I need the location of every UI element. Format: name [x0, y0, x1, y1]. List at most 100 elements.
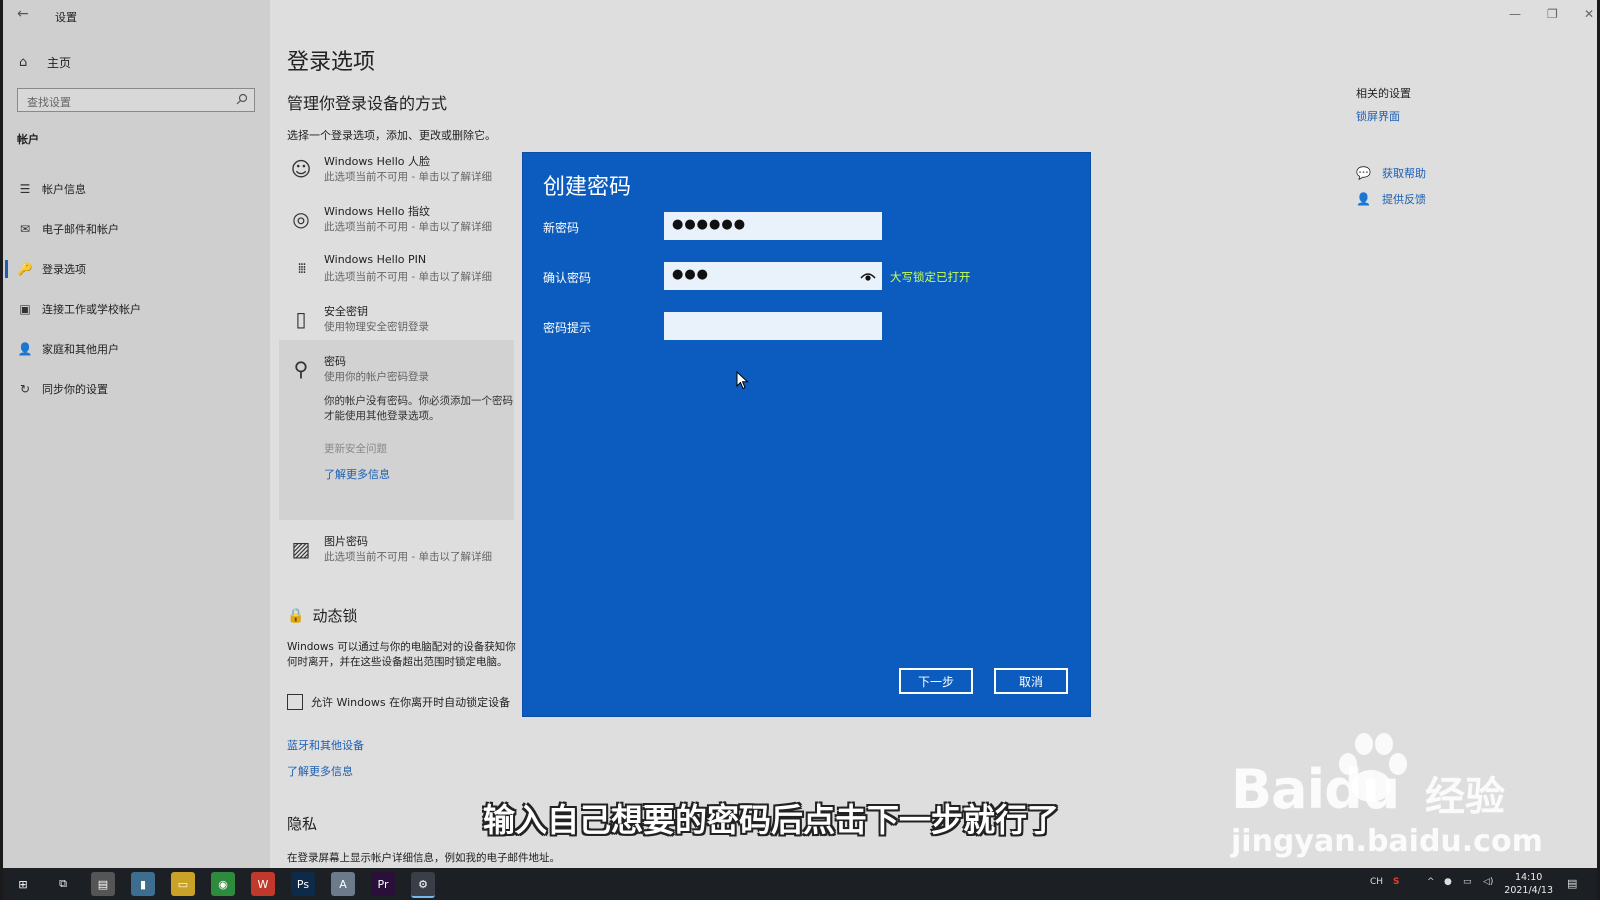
confirm-password-input[interactable]: ●●● — [664, 262, 882, 290]
feedback-icon: 👤 — [1356, 192, 1371, 206]
sidebar-item[interactable]: ▣ 连接工作或学校帐户 — [3, 295, 270, 323]
chrome-icon[interactable]: ◉ — [211, 872, 235, 896]
app-icon-2[interactable]: ▮ — [131, 872, 155, 896]
dialog-title: 创建密码 — [543, 175, 632, 200]
password-hint-input[interactable] — [664, 312, 882, 340]
update-security-questions: 更新安全问题 — [324, 443, 387, 455]
cancel-button[interactable]: 取消 — [994, 668, 1068, 694]
home-link[interactable]: ⌂ 主页 — [19, 54, 71, 71]
watermark-jingyan: 经验 — [1425, 774, 1505, 820]
confirm-password-value: ●●● — [672, 267, 710, 282]
sogou-ime-icon[interactable]: S — [1393, 877, 1399, 887]
video-subtitle: 输入自己想要的密码后点击下一步就行了 — [483, 801, 1060, 839]
feedback-link[interactable]: 👤 提供反馈 — [1356, 191, 1426, 207]
privacy-desc: 在登录屏幕上显示帐户详细信息，例如我的电子邮件地址。 — [287, 852, 560, 864]
key-icon: 🔑 — [17, 262, 33, 276]
dynamic-lock-heading: 🔒 动态锁 — [287, 605, 357, 626]
signin-option-desc: 此选项当前不可用 - 单击以了解详细 — [324, 271, 492, 283]
watermark-brand: Baidu — [1231, 758, 1400, 821]
password-key-icon: ⚲ — [293, 357, 309, 381]
signin-option-desc: 使用你的帐户密码登录 — [324, 371, 429, 383]
caps-lock-warning: 大写锁定已打开 — [890, 270, 971, 284]
signin-option[interactable]: ⚲ 密码 使用你的帐户密码登录 — [287, 353, 522, 387]
bluetooth-link[interactable]: 蓝牙和其他设备 — [287, 737, 364, 753]
signin-option-desc: 使用物理安全密钥登录 — [324, 321, 429, 333]
signin-option-desc: 此选项当前不可用 - 单击以了解详细 — [324, 551, 492, 563]
confirm-password-label: 确认密码 — [543, 271, 592, 285]
maximize-button[interactable]: ❐ — [1547, 7, 1558, 21]
signin-option[interactable]: ◎ Windows Hello 指纹 此选项当前不可用 - 单击以了解详细 — [287, 203, 522, 237]
learn-more-link[interactable]: 了解更多信息 — [287, 763, 353, 779]
mouse-cursor-icon — [736, 371, 749, 390]
sidebar-item-label: 连接工作或学校帐户 — [42, 303, 141, 316]
sidebar-item-label: 同步你的设置 — [42, 383, 108, 396]
face-icon: ☺ — [290, 157, 312, 181]
sidebar-item[interactable]: ✉ 电子邮件和帐户 — [3, 215, 270, 243]
get-help-label: 获取帮助 — [1382, 167, 1426, 180]
dynamic-lock-desc: Windows 可以通过与你的电脑配对的设备获知你何时离开，并在这些设备超出范围… — [287, 641, 516, 668]
photoshop-icon[interactable]: Ps — [291, 872, 315, 896]
person-icon: 👤 — [17, 342, 33, 356]
window-title: 设置 — [55, 11, 77, 24]
dynamic-lock-title: 动态锁 — [312, 607, 358, 625]
home-icon: ⌂ — [19, 54, 28, 70]
clock[interactable]: 14:10 2021/4/13 — [1504, 871, 1553, 897]
sidebar-item[interactable]: ☰ 帐户信息 — [3, 175, 270, 203]
sidebar-item-label: 家庭和其他用户 — [42, 343, 119, 356]
tray-chevron-icon[interactable]: ^ — [1427, 877, 1435, 887]
app-a-icon[interactable]: A — [331, 872, 355, 896]
signin-option[interactable]: ▯ 安全密钥 使用物理安全密钥登录 — [287, 303, 522, 337]
dynamic-lock-option[interactable]: 允许 Windows 在你离开时自动锁定设备 — [287, 694, 510, 710]
minimize-button[interactable]: — — [1509, 7, 1521, 21]
settings-icon[interactable]: ⚙ — [411, 872, 435, 898]
file-explorer-icon[interactable]: ▭ — [171, 872, 195, 896]
dynamic-lock-checkbox[interactable] — [287, 694, 303, 710]
dynamic-lock-icon: 🔒 — [287, 607, 305, 624]
sidebar-item[interactable]: 🔑 登录选项 — [3, 255, 270, 283]
app-icon[interactable]: ▤ — [91, 872, 115, 896]
new-password-input[interactable]: ●●●●●● — [664, 212, 882, 240]
next-button[interactable]: 下一步 — [899, 668, 973, 694]
signin-option[interactable]: ▨ 图片密码 此选项当前不可用 - 单击以了解详细 — [287, 533, 522, 567]
password-learn-more-link[interactable]: 了解更多信息 — [324, 466, 390, 482]
usb-key-icon: ▯ — [295, 307, 307, 331]
baidu-jingyan-watermark: Baidu 经验 jingyan.baidu.com — [1231, 728, 1543, 859]
sidebar-item[interactable]: 👤 家庭和其他用户 — [3, 335, 270, 363]
volume-icon[interactable]: ◁) — [1483, 877, 1493, 887]
wps-icon[interactable]: W — [251, 872, 275, 896]
search-icon — [236, 93, 248, 105]
screen: ← 设置 ⌂ 主页 查找设置 帐户 ☰ 帐户信息 ✉ 电子邮件和帐户 🔑 登录选项 ▣ 连接工… — [3, 0, 1597, 868]
clock-date: 2021/4/13 — [1504, 885, 1553, 896]
privacy-heading: 隐私 — [287, 815, 318, 833]
input-language[interactable]: CH — [1370, 877, 1383, 887]
signin-option[interactable]: ☺ Windows Hello 人脸 此选项当前不可用 - 单击以了解详细 — [287, 153, 522, 187]
premiere-icon[interactable]: Pr — [371, 872, 395, 896]
watermark-url: jingyan.baidu.com — [1231, 824, 1543, 859]
related-title: 相关的设置 — [1356, 87, 1411, 100]
network-icon[interactable]: ▭ — [1463, 877, 1472, 887]
back-button[interactable]: ← — [17, 6, 29, 22]
signin-option-title: Windows Hello 指纹 — [324, 205, 430, 218]
clock-time: 14:10 — [1514, 872, 1543, 883]
get-help-link[interactable]: 💬 获取帮助 — [1356, 165, 1426, 181]
sidebar-item[interactable]: ↻ 同步你的设置 — [3, 375, 270, 403]
taskbar: ⊞ ⧉ ▤ ▮ ▭ ◉ W Ps A Pr ⚙ CH S ^ ● ▭ ◁) 14:10 2021/4… — [3, 868, 1597, 900]
start-icon[interactable]: ⊞ — [11, 872, 35, 896]
lock-screen-link[interactable]: 锁屏界面 — [1356, 108, 1400, 124]
notification-icon[interactable]: ▤ — [1567, 877, 1577, 890]
search-box[interactable]: 查找设置 — [17, 88, 255, 112]
page-subtitle: 管理你登录设备的方式 — [287, 94, 448, 113]
sidebar: ← 设置 ⌂ 主页 查找设置 帐户 ☰ 帐户信息 ✉ 电子邮件和帐户 🔑 登录选项 ▣ 连接工… — [3, 0, 270, 868]
help-chat-icon: 💬 — [1356, 166, 1371, 180]
reveal-password-icon[interactable] — [860, 268, 876, 284]
tray-app-icon[interactable]: ● — [1444, 877, 1452, 887]
signin-option[interactable]: ⁞⁞⁞ Windows Hello PIN 此选项当前不可用 - 单击以了解详细 — [287, 253, 522, 287]
signin-option-title: Windows Hello 人脸 — [324, 155, 430, 168]
task-view-icon[interactable]: ⧉ — [51, 872, 75, 896]
pin-icon: ⁞⁞⁞ — [297, 261, 306, 277]
password-hint-label: 密码提示 — [543, 321, 592, 335]
feedback-label: 提供反馈 — [1382, 193, 1426, 206]
briefcase-icon: ▣ — [19, 302, 31, 316]
close-button[interactable]: ✕ — [1584, 7, 1594, 21]
intro-text: 选择一个登录选项，添加、更改或删除它。 — [287, 129, 496, 142]
